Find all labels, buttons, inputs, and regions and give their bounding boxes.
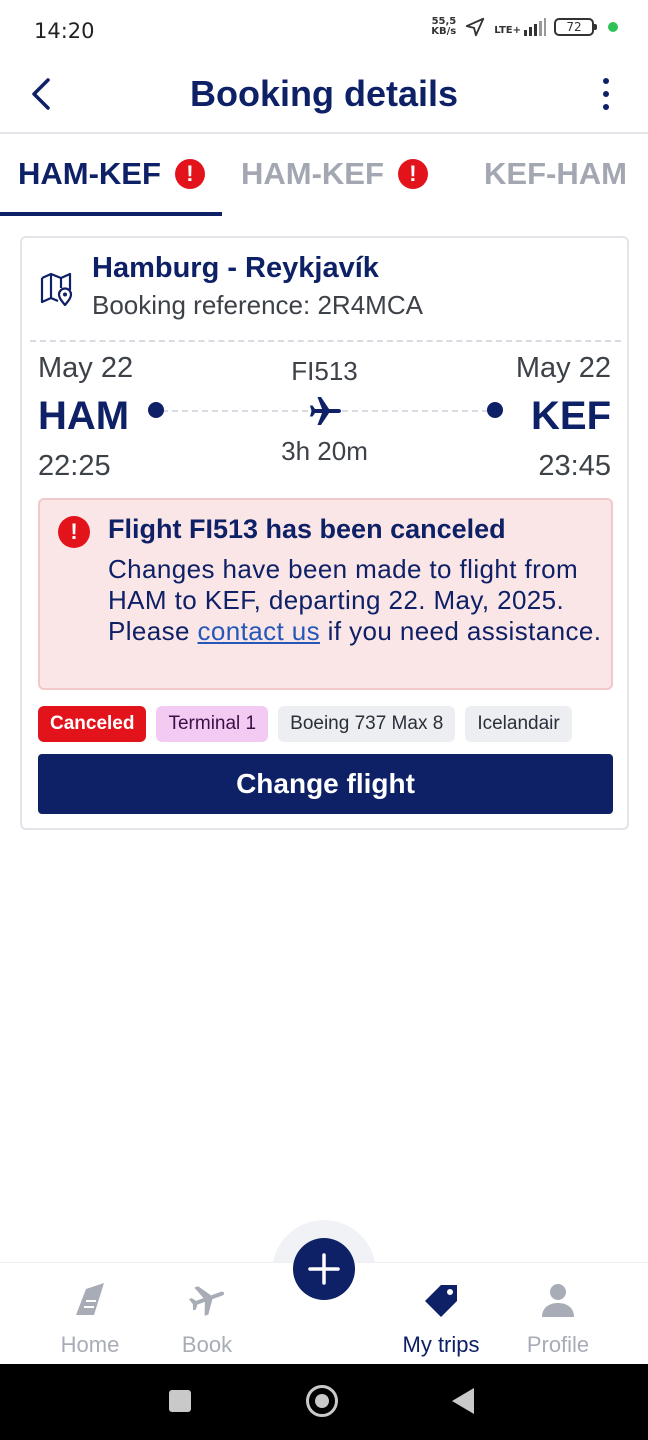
recents-button[interactable]	[169, 1390, 191, 1412]
nav-my-trips-label: My trips	[402, 1332, 480, 1357]
arrival-dot	[487, 402, 503, 418]
system-navigation-bar	[0, 1364, 648, 1440]
signal-group: LTE+	[494, 18, 546, 36]
system-back-button[interactable]	[452, 1388, 474, 1414]
nav-home[interactable]: Home	[35, 1279, 145, 1358]
tab-label: HAM-KEF	[241, 156, 384, 191]
nav-book-label: Book	[181, 1332, 233, 1357]
tab-label: KEF-HAM	[484, 156, 627, 191]
divider	[30, 340, 621, 342]
status-bar: 14:20 55,5 KB/s LTE+ 72	[0, 0, 648, 60]
battery-indicator: 72	[554, 18, 597, 36]
flight-card: Hamburg - Reykjavík Booking reference: 2…	[20, 236, 629, 830]
alert-title: Flight FI513 has been canceled	[108, 514, 506, 544]
person-icon	[542, 1284, 574, 1317]
alert-icon: !	[58, 516, 90, 548]
tab-ham-kef-outbound[interactable]: HAM-KEF !	[18, 156, 205, 192]
signal-icon	[524, 18, 546, 36]
flight-segment-tabs: HAM-KEF ! HAM-KEF ! KEF-HAM	[0, 136, 648, 216]
alert-message: Changes have been made to flight from HA…	[108, 554, 602, 646]
network-type: LTE+	[494, 25, 521, 36]
status-time: 14:20	[34, 19, 95, 43]
nav-profile-label: Profile	[526, 1332, 590, 1357]
add-button[interactable]	[293, 1238, 355, 1300]
tab-ham-kef-second[interactable]: HAM-KEF !	[241, 156, 428, 192]
nav-my-trips[interactable]: My trips	[386, 1279, 496, 1358]
alert-icon: !	[397, 159, 428, 189]
privacy-indicator-dot	[608, 22, 618, 32]
more-vertical-icon	[603, 77, 609, 84]
flight-number: FI513	[291, 356, 358, 386]
departure-dot	[148, 402, 164, 418]
page-title: Booking details	[189, 73, 459, 114]
airline-badge: Icelandair	[465, 706, 572, 742]
change-flight-button[interactable]: Change flight	[38, 754, 613, 814]
plus-icon	[308, 1253, 340, 1285]
location-arrow-icon	[466, 17, 485, 37]
home-button[interactable]	[306, 1385, 338, 1417]
app-header: Booking details	[0, 60, 648, 134]
cancellation-alert: ! Flight FI513 has been canceled Changes…	[38, 498, 613, 690]
flight-tags: Canceled Terminal 1 Boeing 737 Max 8 Ice…	[38, 706, 572, 742]
more-options-button[interactable]	[594, 74, 618, 114]
departure-airport-code: HAM	[38, 394, 130, 438]
arrival-airport-code: KEF	[531, 394, 611, 438]
aircraft-badge: Boeing 737 Max 8	[278, 706, 456, 742]
tag-icon	[425, 1285, 457, 1317]
nav-profile[interactable]: Profile	[503, 1279, 613, 1358]
network-speed: 55,5 KB/s	[431, 16, 457, 37]
flight-duration: 3h 20m	[281, 436, 368, 466]
status-icons: 55,5 KB/s LTE+ 72	[431, 16, 618, 38]
airplane-icon	[188, 1286, 225, 1316]
map-pin-icon	[40, 272, 73, 306]
status-badge: Canceled	[38, 706, 147, 742]
nav-home-label: Home	[60, 1332, 120, 1357]
alert-icon: !	[174, 159, 205, 189]
booking-reference: Booking reference: 2R4MCA	[92, 290, 423, 320]
tab-label: HAM-KEF	[18, 156, 161, 191]
contact-us-link[interactable]: contact us	[198, 616, 321, 646]
route-title: Hamburg - Reykjavík	[92, 252, 379, 284]
airplane-icon	[308, 394, 342, 428]
terminal-badge: Terminal 1	[156, 706, 269, 742]
nav-book[interactable]: Book	[152, 1279, 262, 1358]
tab-kef-ham[interactable]: KEF-HAM	[484, 156, 627, 192]
home-tail-icon	[76, 1283, 104, 1315]
active-tab-indicator	[0, 212, 222, 216]
